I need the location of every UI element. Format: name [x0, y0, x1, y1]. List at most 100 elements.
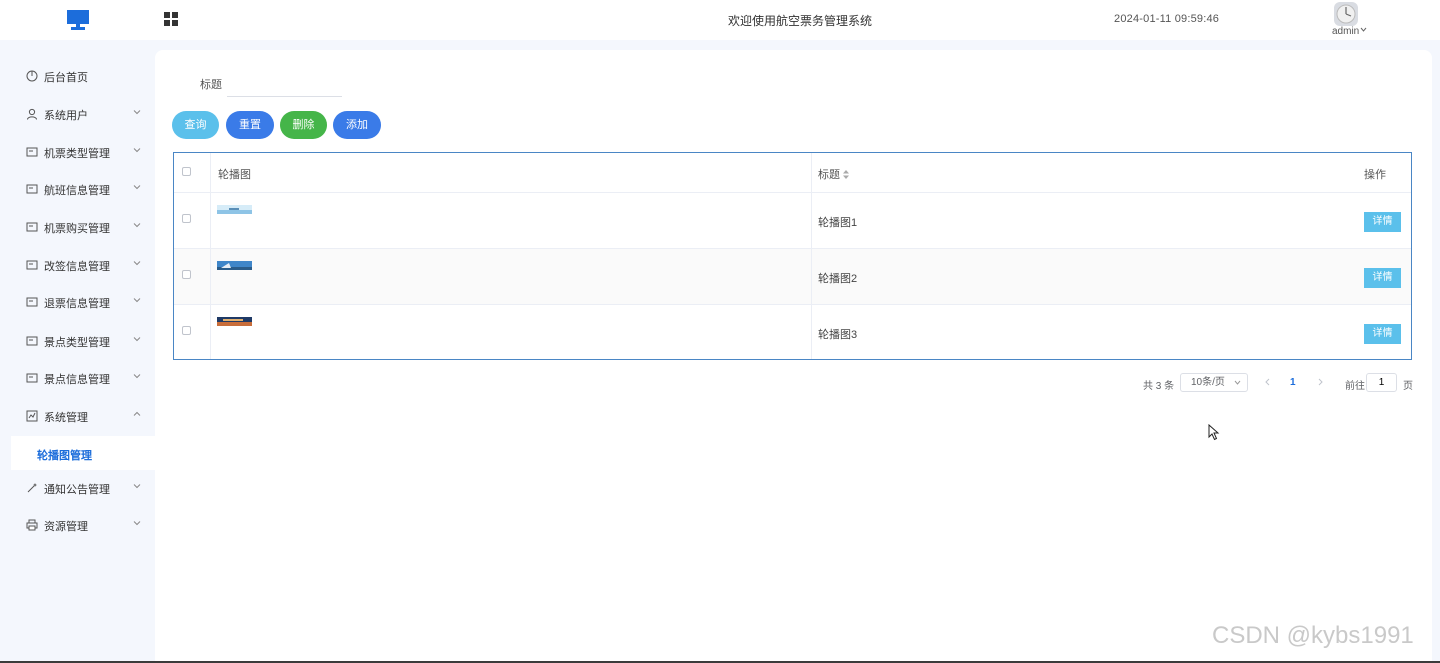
main-content: 标题 查询 重置 删除 添加 轮播图 标题 操作 轮播图1 详情 轮播图2 详情	[155, 50, 1432, 663]
column-header-title-label: 标题	[818, 169, 840, 181]
mouse-cursor-icon	[1208, 424, 1220, 441]
clock-avatar-icon	[1336, 4, 1356, 24]
sidebar-item-label: 景点信息管理	[44, 374, 110, 386]
sidebar-item-label: 系统用户	[44, 110, 88, 122]
sidebar-item-resources[interactable]: 资源管理	[0, 506, 155, 544]
username: admin	[1332, 26, 1360, 37]
chevron-down-icon	[133, 521, 141, 526]
chevron-down-icon	[133, 298, 141, 303]
sidebar-item-system-users[interactable]: 系统用户	[0, 95, 155, 133]
card-icon	[26, 147, 38, 157]
sidebar-item-ticket-types[interactable]: 机票类型管理	[0, 133, 155, 171]
user-menu[interactable]: admin	[1332, 26, 1367, 37]
row-title: 轮播图2	[818, 273, 858, 285]
sort-icon	[843, 170, 849, 179]
carousel-table: 轮播图 标题 操作 轮播图1 详情 轮播图2 详情 轮播图3 详情	[173, 152, 1412, 360]
column-header-image: 轮播图	[218, 169, 251, 181]
table-row: 轮播图1 详情	[174, 193, 1411, 249]
chevron-down-icon	[133, 148, 141, 153]
chevron-down-icon	[1360, 27, 1367, 32]
chart-icon	[26, 410, 38, 422]
table-header: 轮播图 标题 操作	[174, 153, 1411, 193]
row-checkbox[interactable]	[182, 270, 191, 279]
card-icon	[26, 373, 38, 383]
carousel-thumbnail-image[interactable]	[217, 205, 252, 214]
top-header: 欢迎使用航空票务管理系统 2024-01-11 09:59:46 admin	[0, 0, 1440, 40]
prev-page-icon[interactable]	[1263, 376, 1273, 388]
current-datetime: 2024-01-11 09:59:46	[1114, 13, 1220, 25]
chevron-down-icon	[133, 261, 141, 266]
add-button[interactable]: 添加	[333, 111, 381, 139]
sidebar-item-label: 后台首页	[44, 72, 88, 84]
card-icon	[26, 222, 38, 232]
sidebar-item-attractions[interactable]: 景点信息管理	[0, 359, 155, 397]
sidebar-item-rebooking[interactable]: 改签信息管理	[0, 246, 155, 284]
card-icon	[26, 336, 38, 346]
next-page-icon[interactable]	[1315, 376, 1325, 388]
query-button[interactable]: 查询	[172, 111, 219, 139]
chevron-down-icon	[133, 110, 141, 115]
search-title-input[interactable]	[227, 70, 342, 97]
detail-button[interactable]: 详情	[1364, 268, 1401, 288]
sidebar-item-label: 机票类型管理	[44, 148, 110, 160]
sidebar-subitem-carousel[interactable]: 轮播图管理	[11, 436, 155, 470]
card-icon	[26, 184, 38, 194]
column-header-title[interactable]: 标题	[818, 166, 849, 182]
goto-label: 前往	[1345, 381, 1365, 392]
sidebar-item-notices[interactable]: 通知公告管理	[0, 469, 155, 507]
sidebar-item-label: 机票购买管理	[44, 223, 110, 235]
goto-page-input[interactable]	[1366, 373, 1397, 392]
page-number[interactable]: 1	[1290, 377, 1296, 388]
page-size-select[interactable]: 10条/页	[1180, 373, 1248, 392]
sidebar-subitem-label: 轮播图管理	[37, 450, 92, 462]
sidebar-item-system-management[interactable]: 系统管理	[0, 397, 155, 435]
reset-button[interactable]: 重置	[226, 111, 274, 139]
chevron-down-icon	[1234, 380, 1241, 385]
sidebar-item-flights[interactable]: 航班信息管理	[0, 170, 155, 208]
row-checkbox[interactable]	[182, 214, 191, 223]
detail-button[interactable]: 详情	[1364, 324, 1401, 344]
table-row: 轮播图2 详情	[174, 249, 1411, 305]
carousel-thumbnail-image[interactable]	[217, 261, 252, 270]
chevron-down-icon	[133, 185, 141, 190]
chevron-down-icon	[133, 374, 141, 379]
sidebar-item-label: 通知公告管理	[44, 484, 110, 496]
search-title-label: 标题	[200, 79, 222, 91]
power-icon	[26, 70, 38, 82]
detail-button[interactable]: 详情	[1364, 212, 1401, 232]
table-row: 轮播图3 详情	[174, 305, 1411, 361]
sidebar-item-label: 资源管理	[44, 521, 88, 533]
carousel-thumbnail-image[interactable]	[217, 317, 252, 326]
sidebar-item-ticket-purchase[interactable]: 机票购买管理	[0, 208, 155, 246]
sidebar-item-home[interactable]: 后台首页	[0, 57, 155, 95]
sidebar-item-label: 景点类型管理	[44, 337, 110, 349]
sidebar-item-label: 退票信息管理	[44, 298, 110, 310]
sidebar-item-refunds[interactable]: 退票信息管理	[0, 283, 155, 321]
chevron-down-icon	[133, 484, 141, 489]
user-icon	[27, 108, 37, 120]
column-divider	[210, 153, 211, 359]
welcome-title: 欢迎使用航空票务管理系统	[727, 14, 872, 28]
chevron-down-icon	[133, 223, 141, 228]
avatar[interactable]	[1334, 2, 1358, 26]
sidebar-item-label: 改签信息管理	[44, 261, 110, 273]
watermark: CSDN @kybs1991	[1212, 622, 1414, 649]
page-size-value: 10条/页	[1191, 377, 1225, 388]
select-all-checkbox[interactable]	[182, 167, 191, 176]
chevron-down-icon	[133, 337, 141, 342]
row-title: 轮播图3	[818, 329, 858, 341]
sidebar-item-label: 航班信息管理	[44, 185, 110, 197]
printer-icon	[26, 519, 38, 531]
row-title: 轮播图1	[818, 217, 858, 229]
sidebar-item-label: 系统管理	[44, 412, 88, 424]
column-header-operation: 操作	[1364, 169, 1386, 181]
card-icon	[26, 297, 38, 307]
chevron-up-icon	[133, 411, 141, 416]
sidebar: 后台首页 系统用户 机票类型管理 航班信息管理 机票购买管理 改签信息管理 退票…	[0, 40, 155, 663]
pagination: 共 3 条 10条/页 1 前往 页	[155, 373, 1432, 392]
total-count: 共 3 条	[1143, 381, 1175, 392]
row-checkbox[interactable]	[182, 326, 191, 335]
sidebar-item-attraction-types[interactable]: 景点类型管理	[0, 322, 155, 360]
delete-button[interactable]: 删除	[280, 111, 327, 139]
column-divider	[811, 153, 812, 359]
